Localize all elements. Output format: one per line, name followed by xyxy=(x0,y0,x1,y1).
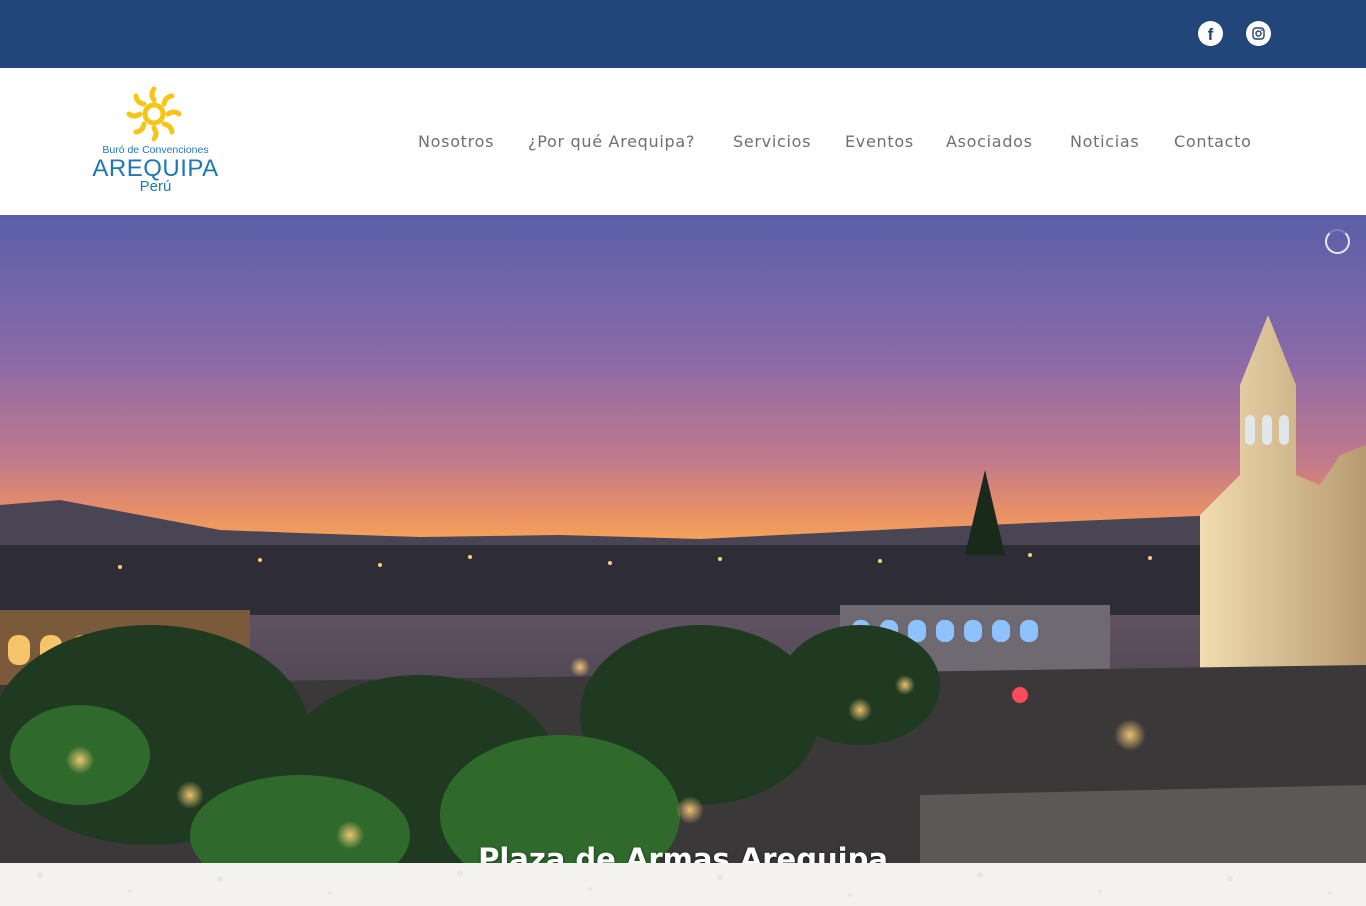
site-header: Buró de Convenciones AREQUIPA Perú Nosot… xyxy=(0,68,1366,215)
nav-item-por-que-arequipa[interactable]: ¿Por qué Arequipa? xyxy=(528,132,695,151)
hero-image xyxy=(0,215,1366,863)
facebook-icon: f xyxy=(1207,25,1214,44)
nav-item-asociados[interactable]: Asociados xyxy=(946,132,1033,151)
facebook-link[interactable]: f xyxy=(1198,21,1223,46)
hero-slider[interactable]: Plaza de Armas Arequipa xyxy=(0,215,1366,863)
nav-item-contacto[interactable]: Contacto xyxy=(1174,132,1252,151)
nav-item-noticias[interactable]: Noticias xyxy=(1070,132,1139,151)
nav-item-nosotros[interactable]: Nosotros xyxy=(418,132,494,151)
loading-spinner-icon xyxy=(1325,229,1350,254)
sun-icon xyxy=(126,86,182,142)
hero-caption: Plaza de Armas Arequipa xyxy=(478,842,888,863)
logo-country: Perú xyxy=(139,178,172,195)
top-bar: f xyxy=(0,0,1366,68)
instagram-icon xyxy=(1252,27,1265,40)
nav-item-servicios[interactable]: Servicios xyxy=(733,132,811,151)
content-section-background xyxy=(0,863,1366,906)
site-logo[interactable]: Buró de Convenciones AREQUIPA Perú xyxy=(88,86,223,201)
nav-item-eventos[interactable]: Eventos xyxy=(845,132,914,151)
instagram-link[interactable] xyxy=(1246,21,1271,46)
paper-texture xyxy=(37,870,1332,897)
